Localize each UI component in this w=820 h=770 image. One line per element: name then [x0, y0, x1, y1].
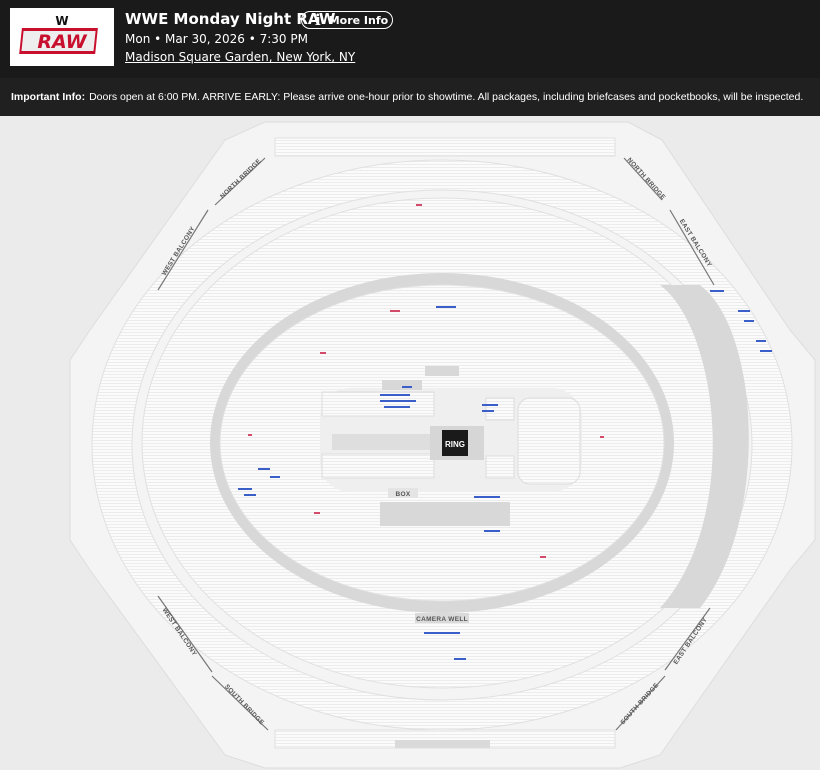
- svg-text:RAW: RAW: [37, 31, 87, 53]
- svg-text:W: W: [55, 14, 68, 28]
- floor-section[interactable]: [517, 397, 581, 485]
- important-info-bar: Important Info: Doors open at 6:00 PM. A…: [0, 78, 820, 116]
- floor-section[interactable]: [321, 391, 435, 417]
- more-info-button[interactable]: i More Info: [301, 11, 393, 29]
- floor-section[interactable]: [321, 453, 435, 479]
- more-info-label: More Info: [328, 13, 389, 27]
- info-icon: i: [315, 10, 321, 29]
- aisle: [380, 502, 510, 526]
- venue-link[interactable]: Madison Square Garden, New York, NY: [125, 50, 355, 64]
- wwe-raw-logo: RAW W: [10, 8, 114, 66]
- seat-map[interactable]: RING BOX CAMERA WELL NORTH BRIDGE WEST B…: [0, 116, 820, 770]
- important-info-label: Important Info:: [11, 91, 86, 103]
- event-date: Mon • Mar 30, 2026 • 7:30 PM: [125, 32, 308, 46]
- floor-section[interactable]: [485, 397, 515, 421]
- ring-label: RING: [445, 440, 465, 449]
- important-info-text: Doors open at 6:00 PM. ARRIVE EARLY: Ple…: [89, 91, 804, 103]
- event-header: RAW W WWE Monday Night RAW i More Info M…: [0, 0, 820, 78]
- north-bridge-seats[interactable]: [274, 137, 616, 157]
- floor-section[interactable]: [485, 455, 515, 479]
- aisle: [332, 434, 432, 450]
- box-label: BOX: [396, 491, 411, 498]
- camera-well-label: CAMERA WELL: [416, 616, 468, 623]
